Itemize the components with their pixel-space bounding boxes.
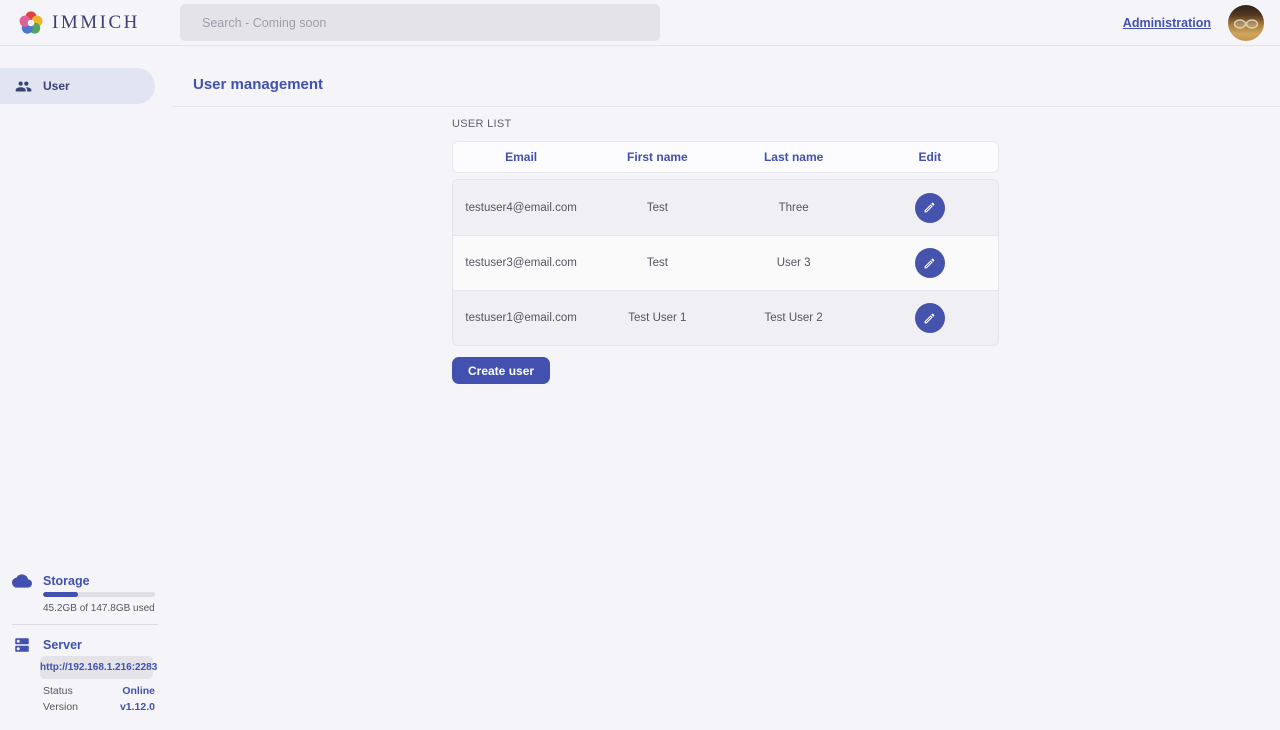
create-user-button[interactable]: Create user [452,357,550,384]
version-value: v1.12.0 [120,701,155,713]
top-navbar: IMMICH Administration [0,0,1280,46]
cell-email: testuser3@email.com [453,257,589,269]
administration-link[interactable]: Administration [1123,16,1211,30]
server-icon [13,636,31,659]
table-row: testuser1@email.com Test User 1 Test Use… [453,290,998,345]
cell-last-name: Three [726,202,862,214]
user-list-label: USER LIST [452,118,512,130]
user-avatar[interactable] [1228,5,1264,41]
table-row: testuser3@email.com Test User 3 [453,235,998,290]
search-input[interactable] [180,4,660,41]
cell-email: testuser4@email.com [453,202,589,214]
cell-email: testuser1@email.com [453,312,589,324]
user-table-header: Email First name Last name Edit [452,141,999,173]
cell-last-name: Test User 2 [726,312,862,324]
sidebar-item-label: User [43,79,70,93]
pencil-icon [923,257,936,270]
table-row: testuser4@email.com Test Three [453,180,998,235]
storage-title: Storage [43,574,90,588]
immich-admin-page: IMMICH Administration User Sto [0,0,1280,730]
sidebar-item-user[interactable]: User [0,68,155,104]
pencil-icon [923,312,936,325]
status-value: Online [122,685,155,697]
column-header-email: Email [453,150,589,164]
cell-last-name: User 3 [726,257,862,269]
app-title: IMMICH [52,12,140,34]
storage-progress-fill [43,592,78,597]
column-header-last-name: Last name [726,150,862,164]
cell-first-name: Test User 1 [589,312,725,324]
server-title: Server [43,638,82,652]
sidebar-divider [12,624,158,625]
server-status-row: Status Online [43,685,155,697]
glasses-icon [1232,18,1260,30]
server-url-chip: http://192.168.1.216:2283 [40,656,153,679]
navbar-right-group: Administration [1123,0,1264,46]
cloud-icon [12,571,32,596]
users-icon [15,78,32,95]
status-label: Status [43,685,73,697]
cell-first-name: Test [589,257,725,269]
server-version-row: Version v1.12.0 [43,701,155,713]
cell-first-name: Test [589,202,725,214]
edit-user-button[interactable] [915,248,945,278]
edit-user-button[interactable] [915,193,945,223]
column-header-first-name: First name [589,150,725,164]
storage-usage-text: 45.2GB of 147.8GB used [43,603,155,614]
user-table-body: testuser4@email.com Test Three testuser3… [452,179,999,346]
immich-logo[interactable]: IMMICH [18,0,140,46]
storage-progress-bar [43,592,155,597]
column-header-edit: Edit [862,150,998,164]
immich-flower-icon [18,10,44,36]
title-divider [171,106,1280,107]
pencil-icon [923,201,936,214]
version-label: Version [43,701,78,713]
edit-user-button[interactable] [915,303,945,333]
page-title: User management [193,76,323,93]
